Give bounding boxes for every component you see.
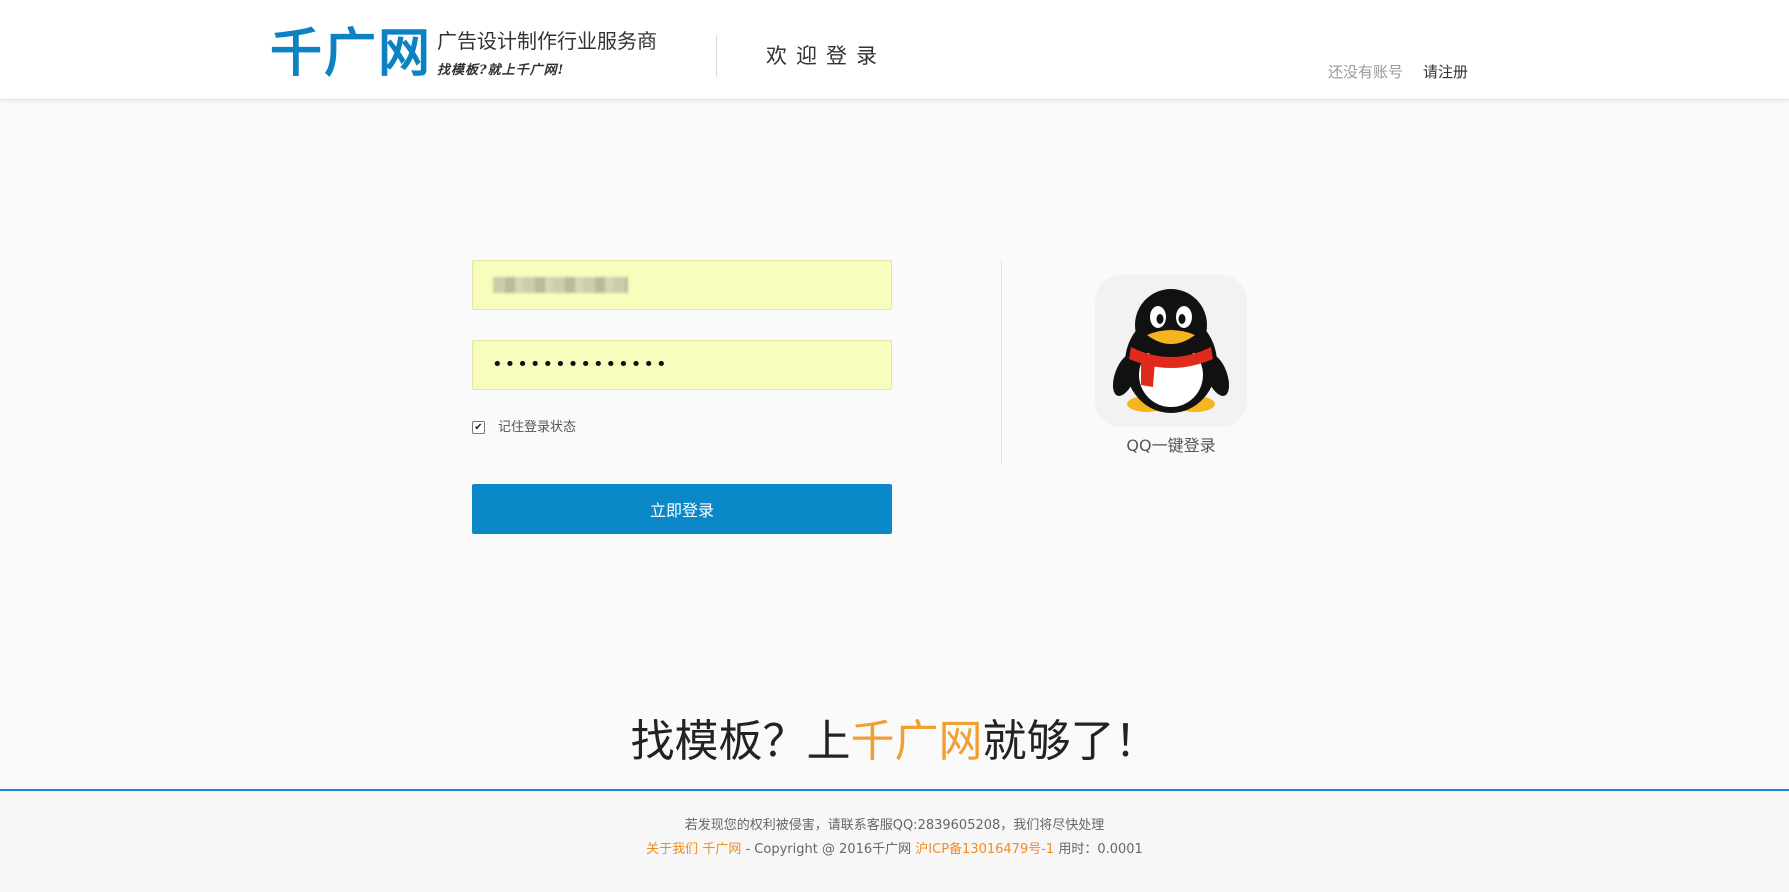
icp-link[interactable]: 沪ICP备13016479号-1 bbox=[915, 842, 1054, 857]
site-tagline: 广告设计制作行业服务商 bbox=[437, 29, 657, 53]
password-input[interactable] bbox=[472, 340, 892, 390]
site-link[interactable]: 千广网 bbox=[702, 842, 741, 857]
qq-login-button[interactable] bbox=[1095, 275, 1247, 427]
redacted-username bbox=[493, 277, 628, 293]
header-divider bbox=[716, 35, 717, 77]
slogan-part2: 就够了！ bbox=[982, 716, 1159, 767]
register-link[interactable]: 请注册 bbox=[1423, 62, 1468, 82]
footer-links: 关于我们 千广网 - Copyright @ 2016千广网 沪ICP备1301… bbox=[0, 841, 1789, 859]
site-logo[interactable]: 千广网 bbox=[270, 22, 432, 86]
about-link[interactable]: 关于我们 bbox=[646, 842, 698, 857]
qq-login-label[interactable]: QQ一键登录 bbox=[1095, 435, 1247, 457]
register-prompt: 还没有账号 bbox=[1328, 63, 1404, 81]
site-subtagline: 找模板?就上千广网! bbox=[437, 63, 565, 78]
slogan-part1: 找模板？上 bbox=[630, 716, 851, 767]
login-button[interactable]: 立即登录 bbox=[472, 484, 892, 534]
remember-label: 记住登录状态 bbox=[498, 420, 577, 435]
slogan: 找模板？上千广网就够了！ bbox=[0, 712, 1789, 772]
site-footer: 若发现您的权利被侵害，请联系客服QQ:2839605208，我们将尽快处理 关于… bbox=[0, 789, 1789, 892]
copyright-text: - Copyright @ 2016千广网 bbox=[745, 842, 916, 857]
slogan-highlight: 千广网 bbox=[850, 716, 983, 767]
site-header: 千广网 广告设计制作行业服务商 找模板?就上千广网! 欢迎登录 还没有账号 请注… bbox=[0, 0, 1789, 100]
remember-checkbox[interactable]: ✔ bbox=[472, 421, 485, 434]
page-title: 欢迎登录 bbox=[766, 44, 886, 68]
timing-text: 用时：0.0001 bbox=[1058, 842, 1143, 857]
qq-penguin-icon bbox=[1112, 289, 1230, 413]
form-divider bbox=[1001, 260, 1002, 465]
footer-notice: 若发现您的权利被侵害，请联系客服QQ:2839605208，我们将尽快处理 bbox=[684, 818, 1105, 833]
